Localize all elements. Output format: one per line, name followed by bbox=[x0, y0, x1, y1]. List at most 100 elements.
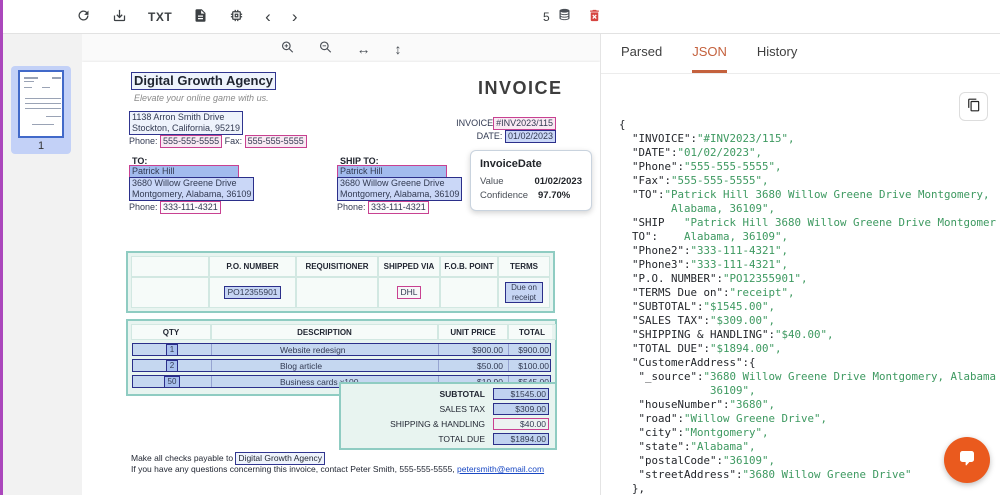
json-line: "postalCode":"36109", bbox=[619, 454, 996, 468]
checks-payable-text: Make all checks payable to bbox=[131, 453, 235, 463]
chip-icon bbox=[229, 8, 244, 26]
ship-to-phone-bbox[interactable]: 333-111-4321 bbox=[368, 201, 429, 214]
po-table-row: PO12355901 DHL Due on receipt bbox=[131, 277, 550, 308]
company-tagline: Elevate your online game with us. bbox=[134, 93, 269, 103]
items-header-cell: QTY bbox=[131, 324, 211, 340]
toolbar-left-group: TXT ‹ › bbox=[76, 8, 298, 26]
qty-bbox[interactable]: 1 bbox=[166, 344, 178, 356]
json-line: "Phone":"555-555-5555", bbox=[619, 160, 996, 174]
total-value-bbox[interactable]: $1894.00 bbox=[493, 433, 549, 445]
po-value-bbox[interactable]: DHL bbox=[397, 286, 420, 299]
json-line: "Phone2":"333-111-4321", bbox=[619, 244, 996, 258]
po-header-cell: P.O. NUMBER bbox=[209, 256, 296, 277]
invoice-title: INVOICE bbox=[478, 78, 563, 99]
contact-email-link[interactable]: petersmith@email.com bbox=[457, 464, 544, 474]
fit-width-button[interactable]: ↔ bbox=[357, 40, 371, 57]
result-panel: Parsed JSON History { "INVOICE":"#INV2023/… bbox=[600, 34, 1000, 495]
json-code[interactable]: { "INVOICE":"#INV2023/115", "DATE":"01/0… bbox=[619, 118, 996, 495]
total-label: SUBTOTAL bbox=[440, 389, 486, 399]
po-header-cell: TERMS bbox=[498, 256, 550, 277]
download-icon bbox=[112, 8, 127, 26]
download-button[interactable] bbox=[112, 8, 127, 26]
total-value-bbox[interactable]: $40.00 bbox=[493, 418, 549, 430]
po-table-head: P.O. NUMBERREQUISITIONERSHIPPED VIAF.O.B… bbox=[131, 256, 550, 277]
json-line: { bbox=[619, 118, 996, 132]
item-cell: $100.00 bbox=[508, 360, 554, 372]
json-line: "Fax":"555-555-5555", bbox=[619, 174, 996, 188]
tab-json[interactable]: JSON bbox=[692, 44, 727, 73]
panel-tabs: Parsed JSON History bbox=[601, 34, 1000, 74]
item-cell: 2 bbox=[133, 360, 211, 372]
top-toolbar: TXT ‹ › 5 bbox=[0, 0, 1000, 34]
tab-parsed[interactable]: Parsed bbox=[621, 44, 662, 73]
ship-to-address-bbox[interactable]: 3680 Willow Greene DriveMontgomery, Alab… bbox=[337, 177, 462, 201]
item-row-bbox[interactable]: 2 Blog article$50.00$100.00 bbox=[132, 359, 551, 372]
fit-height-button[interactable]: ↕ bbox=[395, 40, 402, 57]
fax-label: Fax: bbox=[225, 136, 243, 146]
copy-button[interactable] bbox=[959, 92, 988, 121]
item-cell: Blog article bbox=[211, 360, 438, 372]
zoom-out-button[interactable] bbox=[319, 40, 333, 57]
document-export-button[interactable] bbox=[193, 8, 208, 26]
thumbnail-preview bbox=[18, 70, 64, 138]
viewer-toolbar: ↔ ↕ bbox=[281, 40, 402, 57]
qty-bbox[interactable]: 2 bbox=[166, 360, 178, 372]
toolbar-right-group: 5 bbox=[543, 0, 602, 34]
to-address-bbox[interactable]: 3680 Willow Greene DriveMontgomery, Alab… bbox=[129, 177, 254, 201]
refresh-button[interactable] bbox=[76, 8, 91, 26]
total-value-bbox[interactable]: $309.00 bbox=[493, 403, 549, 415]
to-phone-bbox[interactable]: 333-111-4321 bbox=[160, 201, 221, 214]
items-table-head: QTYDESCRIPTIONUNIT PRICETOTAL bbox=[131, 324, 552, 340]
invoice-number-bbox[interactable]: #INV2023/115 bbox=[493, 117, 556, 130]
json-line: "SALES TAX":"$309.00", bbox=[619, 314, 996, 328]
main-area: 1 ↔ ↕ Digital Growth Agency Elevate your… bbox=[0, 34, 1000, 495]
ship-to-phone-label: Phone: bbox=[337, 202, 366, 212]
questions-text: If you have any questions concerning thi… bbox=[131, 464, 457, 474]
item-cell: 1 bbox=[133, 344, 211, 356]
chat-bubble-button[interactable] bbox=[944, 437, 990, 483]
payee-bbox[interactable]: Digital Growth Agency bbox=[235, 452, 325, 465]
tooltip-confidence-label: Confidence bbox=[480, 189, 538, 203]
po-value-bbox[interactable]: Due on receipt bbox=[505, 282, 543, 302]
tab-history[interactable]: History bbox=[757, 44, 797, 73]
zoom-out-icon bbox=[319, 40, 333, 57]
item-row-bbox[interactable]: 1Website redesign$900.00$900.00 bbox=[132, 343, 551, 356]
po-header-cell: F.O.B. POINT bbox=[440, 256, 498, 277]
json-line: "TOTAL DUE":"$1894.00", bbox=[619, 342, 996, 356]
tooltip-value: 01/02/2023 bbox=[534, 175, 582, 189]
delete-button[interactable] bbox=[587, 8, 602, 26]
qty-bbox[interactable]: 50 bbox=[164, 376, 181, 388]
po-cell: DHL bbox=[378, 277, 440, 308]
json-line: TO": Alabama, 36109", bbox=[619, 230, 996, 244]
invoice-date-bbox[interactable]: 01/02/2023 bbox=[505, 130, 556, 143]
json-line: "streetAddress":"3680 Willow Greene Driv… bbox=[619, 468, 996, 482]
po-table[interactable]: P.O. NUMBERREQUISITIONERSHIPPED VIAF.O.B… bbox=[126, 251, 555, 313]
json-line: "SHIP "Patrick Hill 3680 Willow Greene D… bbox=[619, 216, 996, 230]
company-address-bbox[interactable]: 1138 Arron Smith DriveStockton, Californ… bbox=[129, 111, 243, 135]
zoom-in-button[interactable] bbox=[281, 40, 295, 57]
json-line: "state":"Alabama", bbox=[619, 440, 996, 454]
po-value-bbox[interactable]: PO12355901 bbox=[224, 286, 280, 299]
total-label: TOTAL DUE bbox=[438, 434, 485, 444]
json-line: "houseNumber":"3680", bbox=[619, 398, 996, 412]
json-line: "INVOICE":"#INV2023/115", bbox=[619, 132, 996, 146]
ocr-settings-button[interactable] bbox=[229, 8, 244, 26]
credits-count: 5 bbox=[543, 10, 550, 24]
company-phone-bbox[interactable]: 555-555-5555 bbox=[160, 135, 222, 148]
items-header-cell: UNIT PRICE bbox=[438, 324, 508, 340]
page-thumbnail[interactable]: 1 bbox=[11, 66, 71, 154]
json-line: "SUBTOTAL":"$1545.00", bbox=[619, 300, 996, 314]
zoom-in-icon bbox=[281, 40, 295, 57]
json-line: 36109", bbox=[619, 384, 996, 398]
company-name-bbox[interactable]: Digital Growth Agency bbox=[131, 72, 276, 90]
totals-table[interactable]: SUBTOTAL$1545.00SALES TAX$309.00SHIPPING… bbox=[339, 382, 557, 450]
prev-page-button[interactable]: ‹ bbox=[265, 8, 271, 25]
company-fax-bbox[interactable]: 555-555-5555 bbox=[245, 135, 307, 148]
po-cell bbox=[440, 277, 498, 308]
txt-export-button[interactable]: TXT bbox=[148, 10, 172, 24]
invoice-date-label: DATE: bbox=[477, 131, 503, 141]
next-page-button[interactable]: › bbox=[292, 8, 298, 25]
invoice-number-label: INVOICE bbox=[456, 118, 493, 128]
item-cell: $50.00 bbox=[438, 360, 508, 372]
total-value-bbox[interactable]: $1545.00 bbox=[493, 388, 549, 400]
